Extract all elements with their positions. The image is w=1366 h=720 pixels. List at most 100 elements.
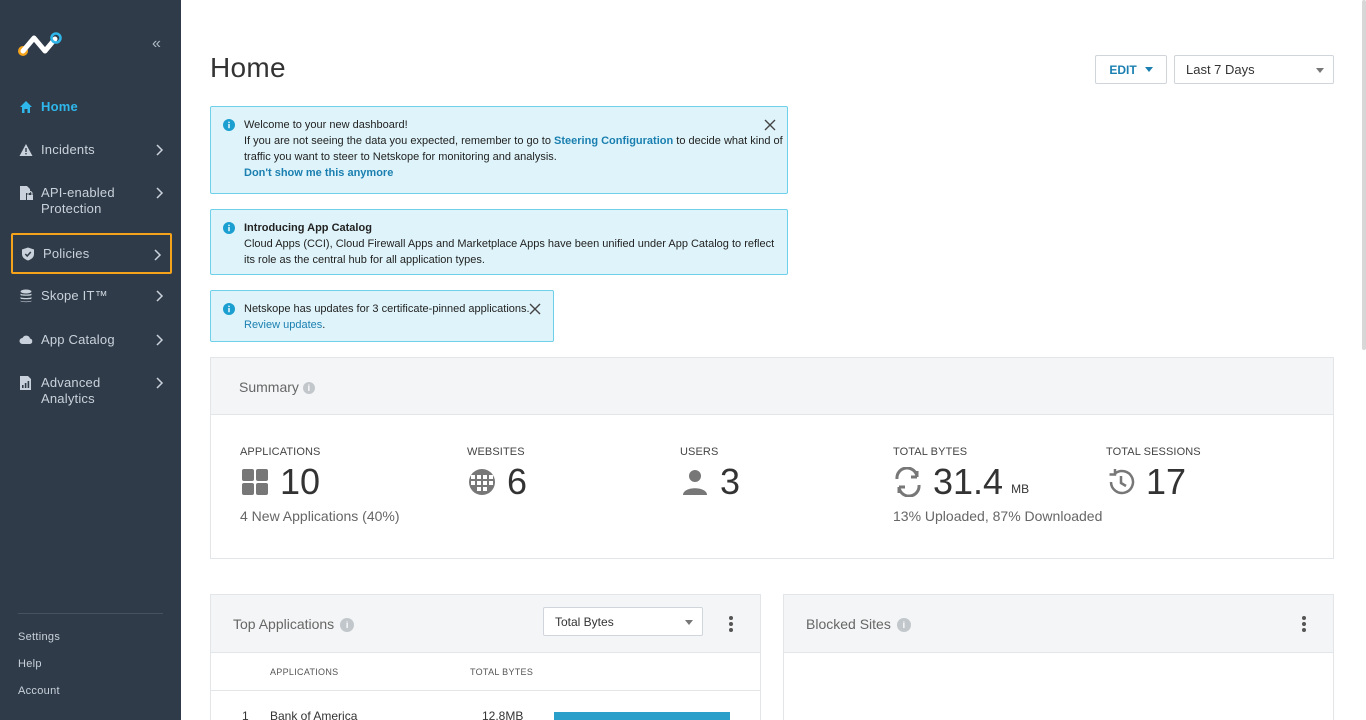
sidebar-item-label: Incidents bbox=[41, 142, 95, 157]
metric-row: 3 bbox=[680, 462, 740, 502]
welcome-alert-line1: If you are not seeing the data you expec… bbox=[244, 133, 783, 149]
row-bytes-bar bbox=[554, 712, 730, 720]
metric-sub: 4 New Applications (40%) bbox=[240, 508, 400, 524]
row-rank: 1 bbox=[242, 709, 249, 720]
dont-show-again-link[interactable]: Don't show me this anymore bbox=[244, 165, 783, 181]
review-updates-suffix: . bbox=[322, 319, 326, 331]
date-range-value: Last 7 Days bbox=[1186, 62, 1255, 77]
info-icon[interactable]: i bbox=[896, 618, 911, 633]
summary-card: Summary i APPLICATIONS 10 4 New Applicati… bbox=[210, 357, 1334, 559]
metric-select-value: Total Bytes bbox=[555, 614, 614, 629]
globe-icon bbox=[469, 469, 495, 495]
top-applications-card: Top Applications i Total Bytes APPLICATIO… bbox=[210, 594, 761, 720]
close-icon[interactable] bbox=[764, 119, 776, 131]
info-icon[interactable]: i bbox=[302, 382, 315, 395]
sidebar-item-label: App Catalog bbox=[41, 332, 115, 347]
date-range-select[interactable]: Last 7 Days bbox=[1174, 55, 1334, 84]
welcome-alert-title: Welcome to your new dashboard! bbox=[244, 119, 408, 131]
metric-value: 6 bbox=[507, 461, 528, 502]
metric-label: TOTAL BYTES bbox=[893, 446, 968, 458]
sidebar-item-skope-it[interactable]: Skope IT™ bbox=[11, 288, 172, 304]
chevron-down-icon bbox=[685, 620, 693, 625]
chevron-right-icon bbox=[156, 187, 164, 199]
edit-dashboard-button[interactable]: EDIT bbox=[1095, 55, 1167, 84]
metric-applications[interactable]: APPLICATIONS 10 4 New Applications (40%) bbox=[240, 446, 400, 524]
sidebar: « Home Incidents API-enabled Protection … bbox=[0, 0, 181, 720]
metric-value: 3 bbox=[720, 461, 741, 502]
metric-row: 10 bbox=[240, 462, 400, 502]
top-applications-metric-select[interactable]: Total Bytes bbox=[543, 607, 703, 636]
blocked-sites-header: Blocked Sites i bbox=[784, 595, 1333, 653]
info-icon bbox=[223, 303, 235, 315]
page-title: Home bbox=[210, 52, 286, 83]
sidebar-item-label: Home bbox=[41, 99, 78, 114]
certificate-alert-message: Netskope has updates for 3 certificate-p… bbox=[244, 303, 530, 315]
edit-button-label: EDIT bbox=[1109, 62, 1137, 77]
column-header-applications[interactable]: APPLICATIONS bbox=[270, 667, 338, 677]
settings-link[interactable]: Settings bbox=[18, 631, 60, 643]
summary-title: Summary i bbox=[239, 379, 315, 395]
welcome-alert-line2: traffic you want to steer to Netskope fo… bbox=[244, 151, 557, 163]
chevron-down-icon bbox=[1316, 68, 1324, 73]
metric-value: 17 bbox=[1146, 461, 1187, 502]
metric-row: 31.4 MB bbox=[893, 462, 1102, 502]
warning-icon bbox=[19, 144, 33, 156]
more-options-icon[interactable] bbox=[728, 615, 734, 633]
certificate-alert-line2: Review updates. bbox=[244, 317, 530, 333]
more-options-icon[interactable] bbox=[1301, 615, 1307, 633]
blocked-sites-card: Blocked Sites i bbox=[783, 594, 1334, 720]
metric-total-bytes[interactable]: TOTAL BYTES 31.4 MB 13% Uploaded, 87% Do… bbox=[893, 446, 1102, 524]
database-icon bbox=[20, 289, 32, 303]
blocked-sites-title-text: Blocked Sites bbox=[806, 616, 891, 632]
sidebar-item-api-protection[interactable]: API-enabled Protection bbox=[11, 185, 172, 217]
sidebar-item-app-catalog[interactable]: App Catalog bbox=[11, 332, 172, 348]
document-lock-icon bbox=[20, 186, 33, 200]
netskope-logo[interactable] bbox=[18, 30, 62, 58]
certificate-alert: Netskope has updates for 3 certificate-p… bbox=[210, 290, 554, 342]
app-catalog-alert-line1: Cloud Apps (CCI), Cloud Firewall Apps an… bbox=[244, 238, 775, 250]
metric-total-sessions[interactable]: TOTAL SESSIONS 17 bbox=[1106, 446, 1201, 502]
certificate-alert-text: Netskope has updates for 3 certificate-p… bbox=[244, 301, 530, 333]
chevron-right-icon bbox=[154, 248, 162, 261]
account-link[interactable]: Account bbox=[18, 685, 60, 697]
review-updates-link[interactable]: Review updates bbox=[244, 319, 322, 331]
chevron-right-icon bbox=[156, 334, 164, 346]
sidebar-item-label: Skope IT™ bbox=[41, 288, 108, 303]
summary-title-text: Summary bbox=[239, 379, 299, 395]
table-divider bbox=[211, 690, 760, 691]
chevron-right-icon bbox=[156, 144, 164, 156]
metric-websites[interactable]: WEBSITES 6 bbox=[467, 446, 527, 502]
column-header-total-bytes[interactable]: TOTAL BYTES bbox=[470, 667, 533, 677]
collapse-sidebar-icon[interactable]: « bbox=[152, 36, 168, 52]
sidebar-item-label: API-enabled Protection bbox=[41, 185, 115, 216]
sidebar-item-home[interactable]: Home bbox=[11, 99, 172, 115]
shield-icon bbox=[22, 247, 34, 261]
top-applications-title-text: Top Applications bbox=[233, 616, 335, 632]
page-scrollbar[interactable] bbox=[1362, 0, 1366, 350]
history-icon bbox=[1109, 469, 1135, 495]
welcome-alert-line1-post: to decide what kind of bbox=[673, 135, 783, 147]
app-catalog-alert-line2: its role as the central hub for all appl… bbox=[244, 254, 485, 266]
sidebar-item-label: Advanced Analytics bbox=[41, 375, 101, 406]
top-applications-title: Top Applications i bbox=[233, 616, 355, 633]
close-icon[interactable] bbox=[529, 303, 541, 315]
welcome-alert: Welcome to your new dashboard! If you ar… bbox=[210, 106, 788, 194]
sidebar-divider bbox=[18, 613, 163, 614]
sidebar-item-advanced-analytics[interactable]: Advanced Analytics bbox=[11, 375, 172, 407]
blocked-sites-title: Blocked Sites i bbox=[806, 616, 911, 633]
cloud-icon bbox=[19, 335, 33, 344]
metric-users[interactable]: USERS 3 bbox=[680, 446, 740, 502]
sidebar-item-incidents[interactable]: Incidents bbox=[11, 142, 172, 158]
transfer-icon bbox=[895, 467, 921, 497]
steering-configuration-link[interactable]: Steering Configuration bbox=[554, 135, 673, 147]
summary-header: Summary i bbox=[211, 358, 1333, 415]
sidebar-item-policies[interactable]: Policies bbox=[11, 233, 172, 274]
info-icon bbox=[223, 119, 235, 131]
row-app-name[interactable]: Bank of America bbox=[270, 709, 357, 720]
metric-label: APPLICATIONS bbox=[240, 446, 321, 458]
metric-sub: 13% Uploaded, 87% Downloaded bbox=[893, 508, 1103, 524]
info-icon[interactable]: i bbox=[340, 618, 355, 633]
metric-unit: MB bbox=[1011, 482, 1030, 496]
chevron-right-icon bbox=[156, 377, 164, 389]
help-link[interactable]: Help bbox=[18, 658, 42, 670]
